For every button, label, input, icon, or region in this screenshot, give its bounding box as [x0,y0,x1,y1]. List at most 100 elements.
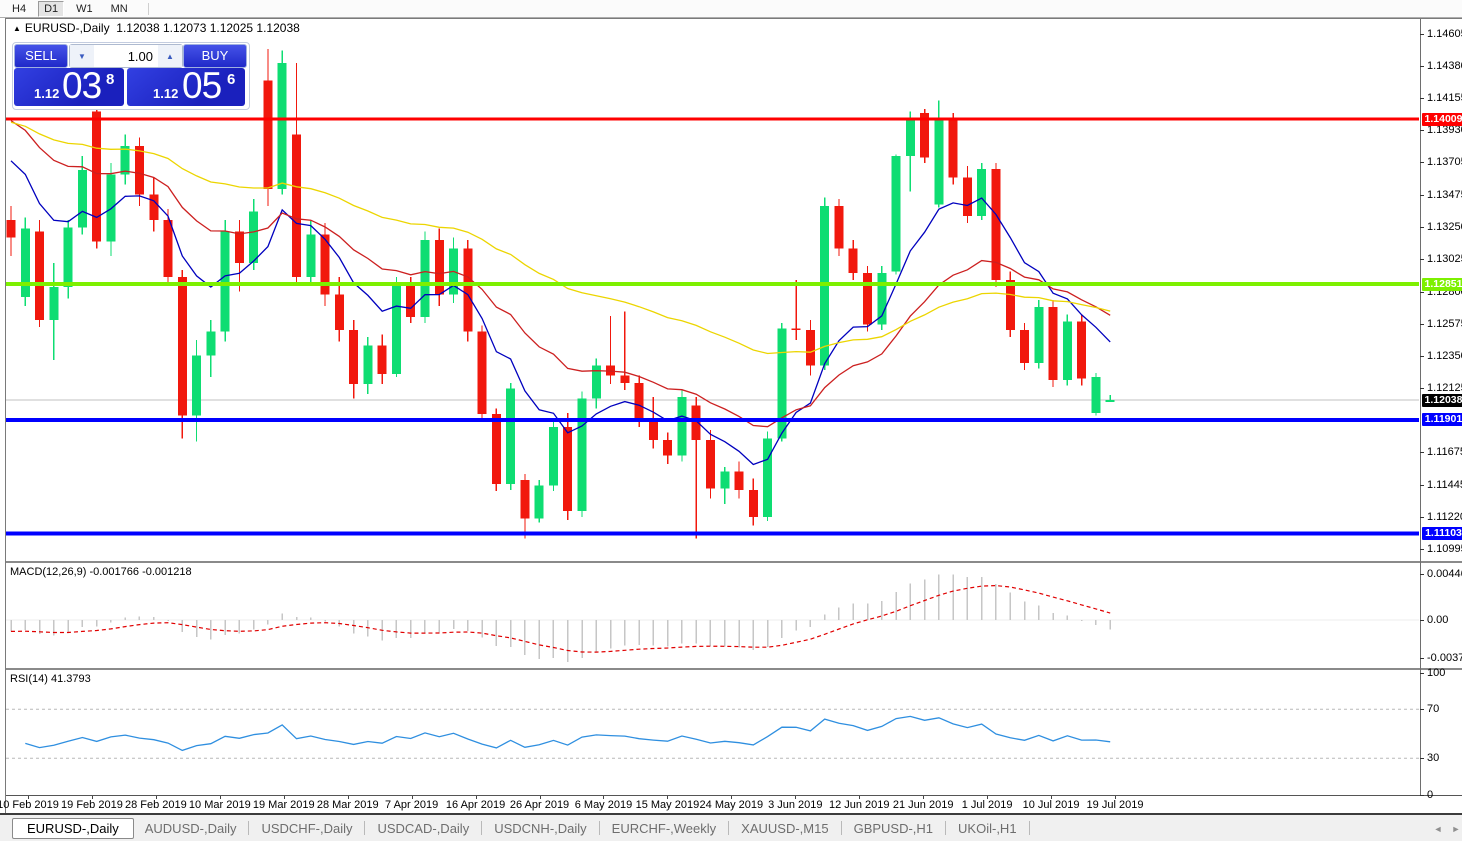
sell-button[interactable]: SELL [14,44,68,68]
chart-tab-usdcad-daily[interactable]: USDCAD-,Daily [366,818,480,839]
macd-axis-label: 0.004465 [1427,568,1462,580]
macd-panel[interactable]: MACD(12,26,9) -0.001766 -0.001218 [6,564,1420,667]
price-axis-tick [1420,34,1424,35]
price-axis-label: 1.11220 [1427,510,1462,523]
volume-input[interactable] [94,45,158,67]
macd-axis-label: -0.003715 [1427,652,1462,665]
price-axis-label: 1.14155 [1427,92,1462,105]
volume-stepper: ▼ ▲ [69,44,183,68]
price-axis-label: 1.11675 [1427,445,1462,458]
time-axis-tick [411,796,413,799]
time-axis-tick [795,796,797,799]
price-axis-tick [1420,98,1424,100]
price-axis-label: 1.12350 [1427,349,1462,362]
macd-axis-tick [1420,574,1424,575]
time-axis-tick [923,796,925,799]
time-axis-label: 19 Feb 2019 [61,799,123,811]
tab-separator [598,821,600,835]
chart-tab-usdcnh-daily[interactable]: USDCNH-,Daily [483,818,597,839]
price-badge-1.11901: 1.11901 [1422,413,1462,427]
price-axis-tick [1420,66,1424,68]
price-badge-1.11103: 1.11103 [1422,527,1462,541]
price-axis-label: 1.14380 [1427,60,1462,73]
macd-axis-tick [1420,658,1424,660]
time-axis-label: 6 May 2019 [574,799,633,811]
timeframe-button-d1[interactable]: D1 [38,0,65,17]
chart-tab-eurchf-weekly[interactable]: EURCHF-,Weekly [601,818,728,839]
sell-price-display[interactable]: 1.12 03 8 [14,68,124,106]
buy-button[interactable]: BUY [183,44,247,68]
time-axis-tick [28,796,29,799]
chart-tab-eurusd-daily[interactable]: EURUSD-,Daily [12,817,134,839]
chart-window: ▲ EURUSD-,Daily 1.12038 1.12073 1.12025 1… [0,18,1462,816]
tab-separator [481,821,483,835]
chart-tab-usdchf-daily[interactable]: USDCHF-,Daily [250,818,363,839]
time-axis[interactable]: 10 Feb 2019 19 Feb 2019 28 Feb 2019 10 Mar … [0,796,1462,814]
panel-splitter[interactable] [6,668,1462,670]
price-axis-tick [1420,323,1424,325]
macd-axis-tick [1420,620,1424,621]
chart-tab-audusd-daily[interactable]: AUDUSD-,Daily [134,818,248,839]
price-axis-tick [1420,162,1424,164]
time-axis-label: 10 Mar 2019 [188,799,251,811]
price-axis-label: 1.10995 [1427,543,1462,555]
macd-label: MACD(12,26,9) -0.001766 -0.001218 [10,566,192,578]
panel-splitter[interactable] [6,561,1462,563]
chart-tab-bar: EURUSD-,Daily AUDUSD-,Daily USDCHF-,Daily U… [0,815,1462,841]
sell-price-sup: 8 [106,71,115,88]
collapse-panel-icon[interactable]: ▲ [13,24,21,33]
price-axis-label: 1.14605 [1427,28,1462,40]
rsi-axis-label: 70 [1427,703,1440,716]
price-badge-1.14009: 1.14009 [1422,112,1462,126]
time-axis-label: 19 Mar 2019 [252,799,315,811]
price-axis-tick [1420,291,1424,293]
macd-axis-label: 0.00 [1427,614,1449,626]
time-axis-tick [1115,796,1116,799]
rsi-axis-tick [1420,709,1424,711]
price-axis-tick [1420,355,1424,357]
volume-increase-button[interactable]: ▲ [158,45,182,67]
timeframe-toolbar: H4 D1 W1 MN [0,0,1462,18]
time-axis-label: 26 Apr 2019 [509,799,570,811]
volume-decrease-button[interactable]: ▼ [70,45,94,67]
one-click-trading-panel: SELL ▼ ▲ BUY 1.12 03 8 1.12 05 6 [12,42,250,110]
rsi-axis-label: 0 [1427,789,1434,801]
buy-price-big: 05 [182,68,222,106]
timeframe-button-mn[interactable]: MN [105,1,134,17]
price-axis-label: 1.13930 [1427,124,1462,137]
time-axis-label: 3 Jun 2019 [768,799,823,811]
sell-price-big: 03 [62,68,102,106]
rsi-chart-canvas[interactable] [6,671,1420,795]
tab-scroll-right-icon[interactable]: ► [1450,823,1462,835]
sell-price-prefix: 1.12 [34,86,60,101]
time-axis-tick [603,796,605,799]
time-axis-tick [859,796,861,799]
tab-scroll-left-icon[interactable]: ◄ [1432,823,1444,835]
time-axis-tick [347,796,349,799]
timeframe-button-h4[interactable]: H4 [6,1,32,17]
price-badge-1.12038: 1.12038 [1422,393,1462,407]
rsi-axis-tick [1420,672,1424,674]
chart-tab-ukoil-h1[interactable]: UKOil-,H1 [947,818,1028,839]
price-axis-tick [1420,130,1424,132]
price-axis-label: 1.13475 [1427,189,1462,202]
time-axis-label: 24 May 2019 [699,799,764,811]
time-axis-label: 15 May 2019 [635,799,700,811]
time-axis-tick [283,796,285,799]
buy-price-display[interactable]: 1.12 05 6 [127,68,245,106]
price-axis-tick [1420,549,1424,550]
rsi-panel[interactable]: RSI(14) 41.3793 [6,671,1420,795]
macd-chart-canvas[interactable] [6,564,1420,667]
time-axis-tick [539,796,541,799]
price-axis-label: 1.12575 [1427,317,1462,330]
time-axis-label: 7 Apr 2019 [385,799,439,811]
tab-separator [364,821,366,835]
price-axis-label: 1.13250 [1427,221,1462,234]
rsi-label: RSI(14) 41.3793 [10,673,91,685]
chart-tab-xauusd-m15[interactable]: XAUUSD-,M15 [730,818,839,839]
time-axis-label: 21 Jun 2019 [892,799,954,811]
price-axis-label: 1.13705 [1427,156,1462,169]
timeframe-button-w1[interactable]: W1 [70,1,99,17]
tab-separator [945,821,947,835]
chart-tab-gbpusd-h1[interactable]: GBPUSD-,H1 [843,818,944,839]
